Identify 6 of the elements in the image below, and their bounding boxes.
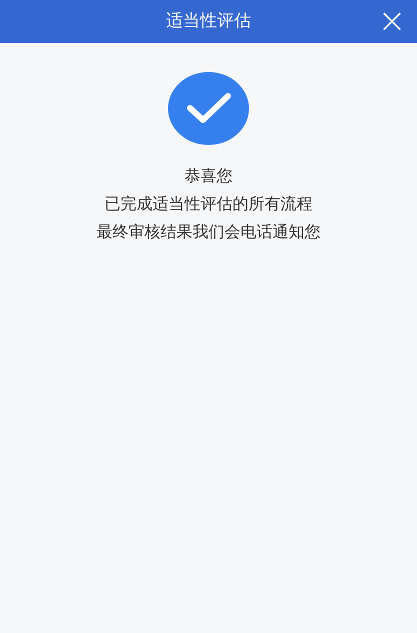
message-text: 已完成适当性评估的所有流程 xyxy=(104,193,312,214)
message-text: 最终审核结果我们会电话通知您 xyxy=(96,221,320,242)
close-button[interactable]: × xyxy=(377,6,407,36)
message-text: 恭喜您 xyxy=(184,165,232,186)
checkmark-icon xyxy=(168,72,249,145)
page-title: 适当性评估 xyxy=(166,10,251,33)
